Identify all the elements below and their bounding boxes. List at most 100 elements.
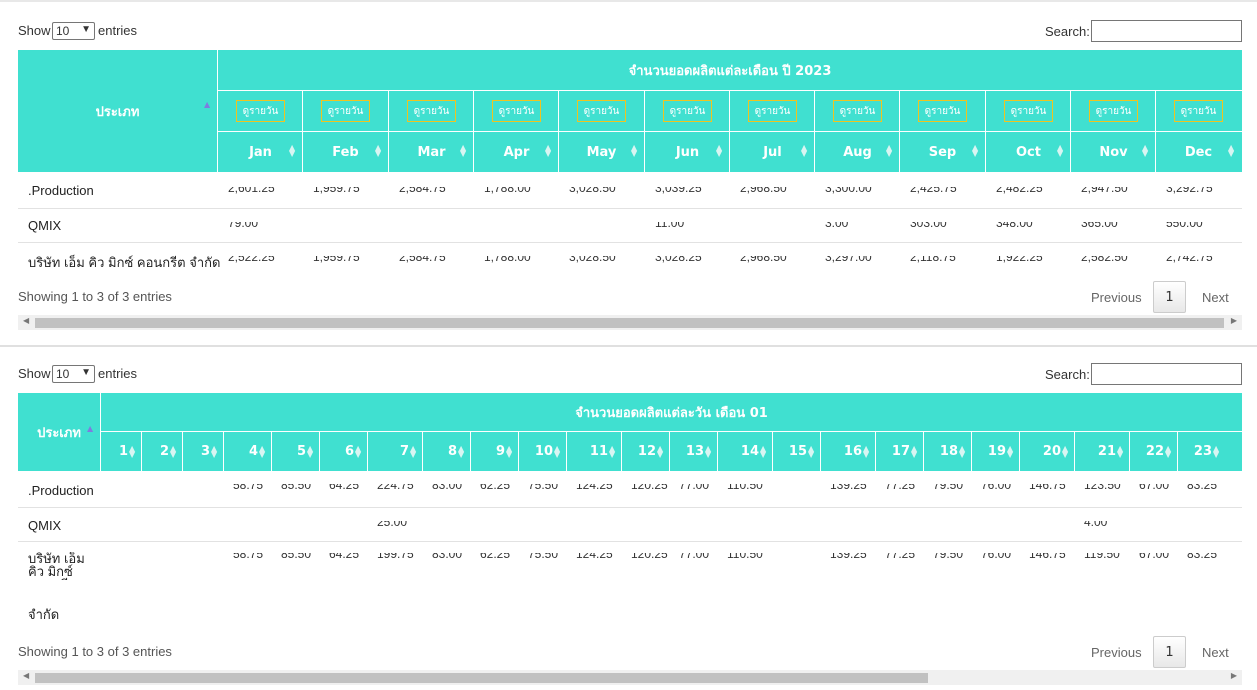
row-label-continued: จำกัด: [28, 607, 60, 622]
day-column-header[interactable]: 17: [876, 432, 916, 471]
day-column-header[interactable]: 11: [567, 432, 614, 471]
table-cell: 62.25: [480, 553, 511, 561]
sort-down-icon: ▼: [545, 149, 552, 158]
scroll-right-icon[interactable]: ▶: [1231, 316, 1237, 325]
day-view-button[interactable]: ดูรายวัน: [492, 100, 541, 122]
day-column-header[interactable]: 8: [423, 432, 463, 471]
type-header-label: ประเภท: [95, 104, 140, 120]
sort-icon: ▲ ▼: [375, 144, 381, 158]
day-view-button[interactable]: ดูรายวัน: [663, 100, 712, 122]
scrollbar-thumb[interactable]: [35, 318, 1224, 328]
sort-down-icon: ▼: [863, 450, 870, 459]
sort-icon: ▲ ▼: [972, 144, 978, 158]
page-1-button[interactable]: 1: [1153, 636, 1186, 668]
table-cell: 62.25: [480, 484, 511, 492]
sort-icon: ▲ ▼: [170, 445, 176, 459]
horizontal-scrollbar[interactable]: ◀ ▶: [18, 315, 1242, 330]
sort-down-icon: ▼: [289, 149, 296, 158]
day-column-header[interactable]: 20: [1020, 432, 1067, 471]
day-column-header[interactable]: 18: [924, 432, 964, 471]
row-divider: [18, 208, 1242, 209]
day-label: 9: [495, 444, 505, 459]
table-cell: 3,300.00: [825, 187, 872, 195]
table-cell: 120.25: [631, 553, 668, 561]
day-column-header[interactable]: 23: [1178, 432, 1218, 471]
scroll-left-icon[interactable]: ◀: [23, 671, 29, 680]
search-input[interactable]: [1091, 20, 1242, 42]
day-view-button[interactable]: ดูรายวัน: [918, 100, 967, 122]
day-column-header[interactable]: 12: [622, 432, 662, 471]
day-view-button[interactable]: ดูรายวัน: [407, 100, 456, 122]
sort-down-icon: ▼: [716, 149, 723, 158]
day-column-header[interactable]: 16: [821, 432, 868, 471]
sort-down-icon: ▼: [801, 149, 808, 158]
scrollbar-thumb[interactable]: [35, 673, 928, 683]
page-1-button[interactable]: 1: [1153, 281, 1186, 313]
day-column-header[interactable]: 21: [1075, 432, 1122, 471]
entries-label: entries: [98, 366, 138, 381]
day-view-button[interactable]: ดูรายวัน: [748, 100, 797, 122]
sort-down-icon: ▼: [1117, 450, 1124, 459]
previous-button[interactable]: Previous: [1091, 290, 1142, 305]
day-view-button[interactable]: ดูรายวัน: [1174, 100, 1223, 122]
day-label: 2: [159, 444, 169, 459]
sort-down-icon: ▼: [705, 450, 712, 459]
table-cell: 2,968.50: [740, 256, 787, 264]
next-button[interactable]: Next: [1202, 290, 1229, 305]
day-column-header[interactable]: 6: [320, 432, 360, 471]
next-button[interactable]: Next: [1202, 645, 1229, 660]
day-label: 14: [740, 444, 759, 459]
day-label: 5: [296, 444, 306, 459]
day-view-button[interactable]: ดูรายวัน: [833, 100, 882, 122]
day-column-header[interactable]: 15: [773, 432, 813, 471]
sort-icon: ▲ ▼: [863, 445, 870, 459]
horizontal-scrollbar[interactable]: ◀ ▶: [18, 670, 1242, 685]
day-label: 11: [589, 444, 608, 459]
sort-icon: ▲ ▼: [460, 144, 466, 158]
previous-button[interactable]: Previous: [1091, 645, 1142, 660]
day-column-header[interactable]: 10: [519, 432, 559, 471]
table-cell: 3,028.50: [569, 256, 616, 264]
entries-select[interactable]: 10 ▼: [52, 22, 95, 40]
table-cell: 11.00: [655, 222, 685, 230]
sort-icon: ▲ ▼: [886, 144, 892, 158]
page-number: 1: [1165, 289, 1174, 305]
day-column-header[interactable]: 14: [718, 432, 765, 471]
day-label: 21: [1097, 444, 1116, 459]
day-column-header[interactable]: 19: [972, 432, 1012, 471]
day-column-header[interactable]: 4: [224, 432, 264, 471]
table-cell: 3,028.25: [655, 256, 702, 264]
table-cell: 1,788.00: [484, 256, 531, 264]
day-column-header[interactable]: 7: [368, 432, 415, 471]
table-cell: 25.00: [377, 521, 408, 529]
table-cell: 2,522.25: [228, 256, 275, 264]
entries-select[interactable]: 10 ▼: [52, 365, 95, 383]
scroll-right-icon[interactable]: ▶: [1231, 671, 1237, 680]
day-view-button[interactable]: ดูรายวัน: [321, 100, 370, 122]
day-column-header[interactable]: 22: [1130, 432, 1170, 471]
sort-down-icon: ▼: [1213, 450, 1220, 459]
sort-down-icon: ▼: [609, 450, 616, 459]
day-view-button[interactable]: ดูรายวัน: [1004, 100, 1053, 122]
sort-icon: ▲ ▼: [545, 144, 552, 158]
day-column-header[interactable]: 13: [670, 432, 710, 471]
day-column-header[interactable]: 5: [272, 432, 312, 471]
day-view-button[interactable]: ดูรายวัน: [236, 100, 285, 122]
table-cell: 85.50: [281, 484, 312, 492]
day-view-button[interactable]: ดูรายวัน: [577, 100, 626, 122]
table-cell: 4.00: [1084, 521, 1108, 529]
type-column-header[interactable]: ประเภท: [18, 50, 217, 172]
table-cell: 64.25: [329, 553, 360, 561]
row-divider: [18, 507, 1242, 508]
chevron-down-icon: ▼: [81, 24, 91, 35]
day-view-button[interactable]: ดูรายวัน: [1089, 100, 1138, 122]
scroll-left-icon[interactable]: ◀: [23, 316, 29, 325]
table-cell: 85.50: [281, 553, 312, 561]
search-input[interactable]: [1091, 363, 1242, 385]
show-label: Show: [18, 366, 51, 381]
table-cell: 2,968.50: [740, 187, 787, 195]
sort-icon: ▲ ▼: [911, 445, 917, 459]
day-column-header[interactable]: 9: [471, 432, 511, 471]
month-label: Oct: [1016, 144, 1041, 160]
table-cell: 139.25: [830, 484, 867, 492]
